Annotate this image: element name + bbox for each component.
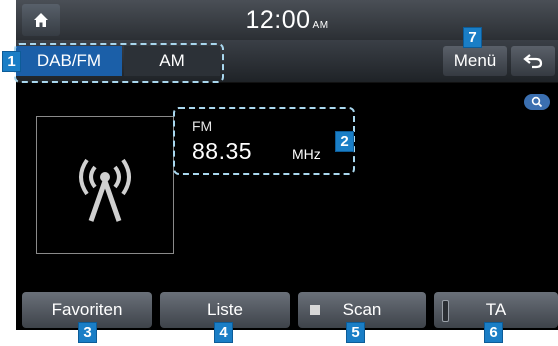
callout-outline-frequency [173, 107, 355, 175]
clock-time: 12:00 [245, 6, 311, 34]
callout-outline-band-tabs [14, 43, 224, 83]
callout-badge-2: 2 [335, 131, 354, 152]
search-button[interactable] [524, 94, 550, 110]
toggle-bar-icon [442, 300, 449, 322]
broadcast-antenna-icon [79, 158, 131, 222]
stop-square-icon [310, 305, 320, 315]
callout-badge-6: 6 [484, 322, 503, 343]
search-icon [531, 96, 543, 108]
back-arrow-icon [523, 54, 543, 69]
station-artwork [36, 116, 174, 254]
callout-badge-7: 7 [463, 27, 482, 48]
callout-badge-1: 1 [2, 51, 21, 72]
back-button[interactable] [511, 46, 555, 76]
callout-badge-3: 3 [78, 322, 97, 343]
menu-button[interactable]: Menü [443, 46, 507, 76]
callout-badge-4: 4 [214, 322, 233, 343]
clock-ampm: AM [312, 20, 329, 31]
scan-label: Scan [342, 300, 382, 319]
ta-label: TA [485, 300, 507, 319]
callout-badge-5: 5 [346, 322, 365, 343]
